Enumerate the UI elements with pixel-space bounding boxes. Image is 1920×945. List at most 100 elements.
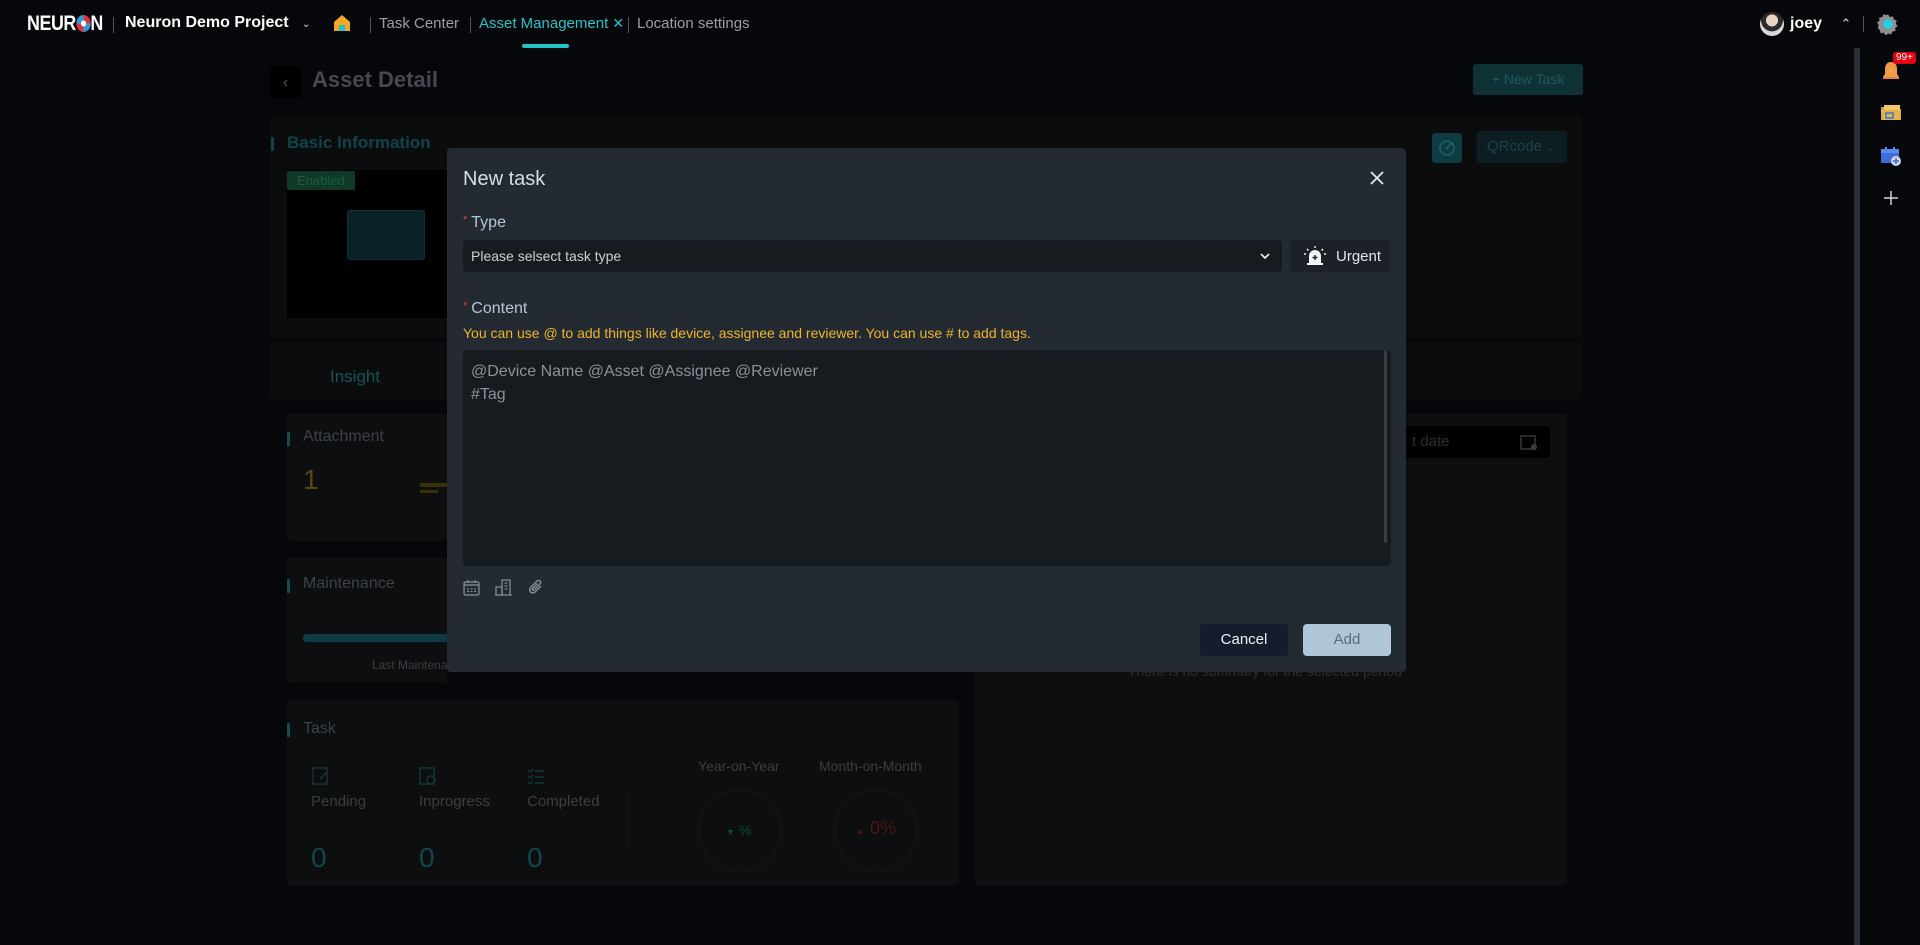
tab-label: Asset Management	[479, 15, 609, 32]
paperclip-icon[interactable]	[527, 579, 544, 596]
maintenance-progress-bar	[303, 634, 453, 642]
tab-insight-label: Insight	[330, 367, 381, 386]
section-marker	[287, 723, 290, 737]
dialog-title: New task	[463, 168, 546, 190]
up-arrow-icon: ▲	[856, 826, 865, 836]
battery-image	[347, 210, 425, 260]
user-menu[interactable]: joey ⌃	[1760, 12, 1851, 36]
attachment-doc-icon	[420, 483, 447, 493]
chevron-left-icon: ‹	[282, 74, 289, 91]
project-name: Neuron Demo Project	[125, 14, 289, 31]
gear-icon[interactable]	[1877, 13, 1899, 35]
mom-value-text: 0%	[869, 818, 896, 838]
project-selector[interactable]: Neuron Demo Project ⌄	[125, 14, 310, 32]
completed-value: 0	[527, 842, 543, 873]
status-badge: Enabled	[287, 171, 355, 190]
urgent-label: Urgent	[1336, 248, 1382, 265]
task-type-placeholder: Please selsect task type	[471, 248, 622, 264]
required-marker: *	[463, 300, 468, 312]
calendar-add-icon[interactable]	[1880, 145, 1902, 167]
content-placeholder: @Device Name @Asset @Assignee @Reviewer …	[471, 363, 818, 403]
task-title: Task	[303, 720, 336, 737]
content-hint: You can use @ to add things like device,…	[463, 325, 1031, 341]
content-textarea[interactable]: @Device Name @Asset @Assignee @Reviewer …	[463, 350, 1391, 566]
new-task-dialog: New task * Type Please selsect task type …	[447, 148, 1406, 672]
inprogress-label: Inprogress	[419, 793, 490, 810]
page-title: Asset Detail	[312, 67, 438, 92]
type-label: * Type	[463, 214, 506, 232]
pending-value: 0	[311, 842, 327, 873]
inprogress-icon	[419, 767, 436, 785]
chevron-down-icon: ⌄	[301, 19, 311, 30]
pending-icon	[312, 767, 328, 785]
folder-icon[interactable]	[1880, 101, 1902, 123]
section-marker	[271, 137, 274, 151]
down-arrow-icon: ▼	[726, 827, 735, 837]
divider	[113, 17, 114, 33]
content-label: * Content	[463, 300, 527, 318]
logo-o-icon	[75, 15, 91, 32]
date-placeholder: t date	[1412, 433, 1450, 450]
close-tab-icon[interactable]: ✕	[612, 15, 624, 31]
asset-image	[287, 170, 447, 318]
basic-info-title: Basic Information	[287, 133, 431, 152]
plus-icon: +	[1491, 71, 1500, 87]
tab-asset-management[interactable]: Asset Management ✕	[479, 15, 624, 32]
siren-icon	[1304, 246, 1326, 265]
calendar-icon[interactable]	[463, 579, 480, 596]
building-icon[interactable]	[495, 579, 512, 596]
mom-label: Month-on-Month	[819, 758, 922, 774]
avatar	[1760, 12, 1784, 36]
yoy-value: ▼ %	[726, 822, 751, 838]
back-button[interactable]: ‹	[270, 67, 301, 98]
edit-button[interactable]	[1432, 133, 1462, 163]
username: joey	[1790, 15, 1823, 32]
textarea-scrollbar[interactable]	[1384, 350, 1387, 543]
maintenance-title: Maintenance	[303, 575, 395, 592]
content-label-text: Content	[471, 300, 528, 317]
close-icon[interactable]	[1367, 168, 1387, 188]
completed-label: Completed	[527, 793, 600, 810]
required-marker: *	[463, 214, 468, 226]
divider	[470, 17, 471, 33]
edit-icon	[1439, 140, 1455, 156]
inprogress-value: 0	[419, 842, 435, 873]
new-task-label: New Task	[1503, 71, 1565, 87]
home-icon[interactable]	[333, 14, 351, 32]
attachment-count: 1	[303, 464, 319, 495]
pending-label: Pending	[311, 793, 367, 810]
tab-location-settings[interactable]: Location settings	[637, 15, 750, 32]
date-range-input[interactable]: t date	[1390, 426, 1550, 458]
top-bar: NEUR N Neuron Demo Project ⌄ Task Center …	[0, 0, 1920, 48]
chevron-down-icon	[1260, 253, 1270, 260]
chevron-up-icon: ⌃	[1840, 16, 1852, 31]
new-task-button[interactable]: + New Task	[1473, 64, 1583, 95]
divider	[628, 790, 629, 850]
tab-task-center[interactable]: Task Center	[379, 15, 459, 32]
qrcode-dropdown[interactable]: QRcode ⌄	[1477, 131, 1567, 163]
divider	[628, 17, 629, 33]
section-marker	[287, 579, 290, 593]
mom-value: ▲ 0%	[856, 818, 896, 839]
type-label-text: Type	[471, 214, 506, 231]
divider	[370, 17, 371, 33]
page-scrollbar[interactable]	[1854, 48, 1860, 945]
add-button[interactable]: Add	[1303, 624, 1391, 656]
completed-icon	[527, 768, 544, 785]
notification-badge: 99+	[1893, 52, 1916, 64]
active-tab-indicator	[522, 44, 569, 48]
tab-insight[interactable]: Insight	[275, 355, 435, 399]
chevron-down-icon: ⌄	[1546, 143, 1555, 154]
cancel-button[interactable]: Cancel	[1200, 624, 1288, 656]
plus-icon[interactable]	[1880, 187, 1902, 209]
yoy-label: Year-on-Year	[698, 758, 780, 774]
section-marker	[287, 432, 290, 446]
calendar-clock-icon	[1520, 435, 1537, 450]
neuron-logo[interactable]: NEUR N	[27, 12, 103, 36]
maintenance-caption: Last Maintena	[372, 658, 448, 672]
attachment-title: Attachment	[303, 428, 384, 445]
urgent-toggle[interactable]: Urgent	[1290, 240, 1390, 272]
yoy-value-text: %	[738, 822, 752, 838]
task-type-select[interactable]: Please selsect task type	[463, 240, 1282, 272]
divider	[1863, 16, 1864, 32]
